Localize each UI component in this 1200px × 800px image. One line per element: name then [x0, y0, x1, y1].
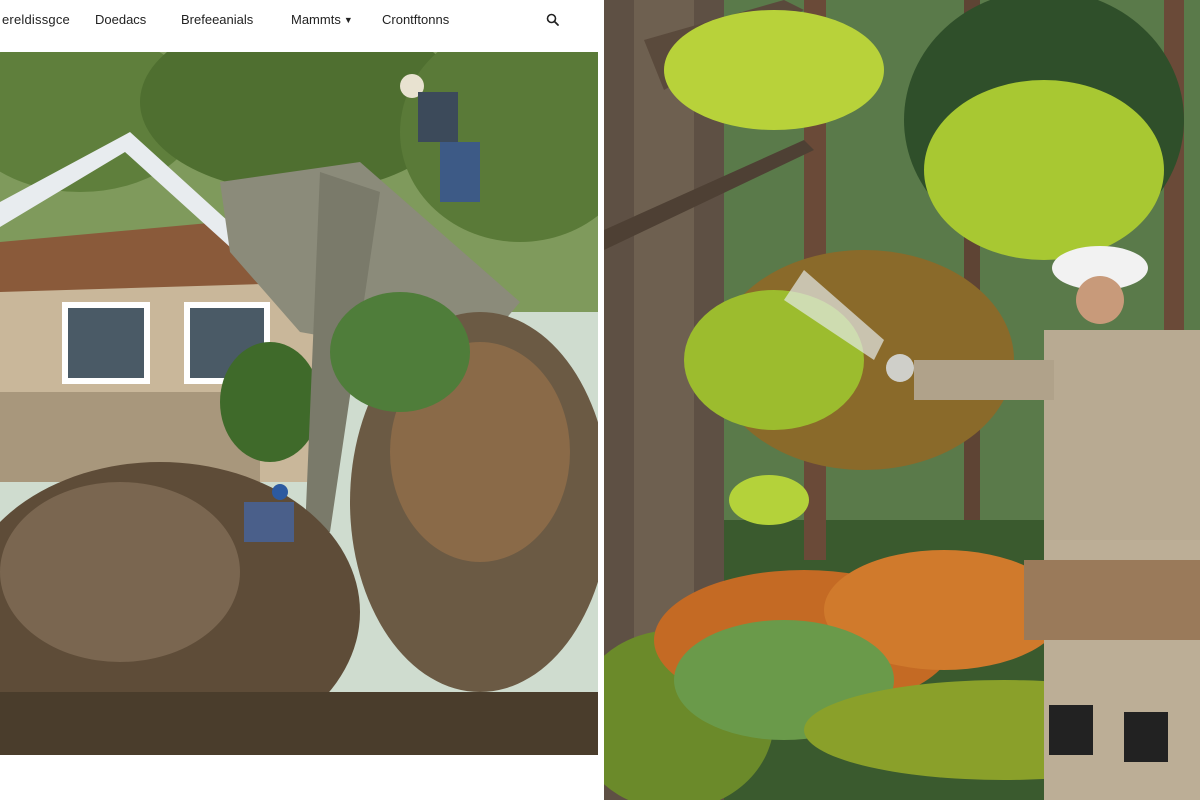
site-logo[interactable]: ereldissgce — [2, 12, 70, 27]
top-navigation-bar: ereldissgce Doedacs Brefeeanials Mammts ▼… — [0, 0, 602, 42]
fallen-tree-removal-photo — [0, 52, 598, 755]
nav-item-crontftonns[interactable]: Crontftonns — [382, 12, 449, 27]
nav-item-mammts-label: Mammts — [291, 12, 341, 27]
chevron-down-icon: ▼ — [343, 15, 353, 25]
nav-item-doedacs[interactable]: Doedacs — [95, 12, 146, 27]
nav-item-brefeeanials[interactable]: Brefeeanials — [181, 12, 253, 27]
left-pane: ereldissgce Doedacs Brefeeanials Mammts ▼… — [0, 0, 602, 800]
nav-item-mammts[interactable]: Mammts ▼ — [291, 12, 353, 27]
search-icon[interactable] — [544, 11, 562, 29]
arborist-spraying-tree-photo — [604, 0, 1200, 800]
